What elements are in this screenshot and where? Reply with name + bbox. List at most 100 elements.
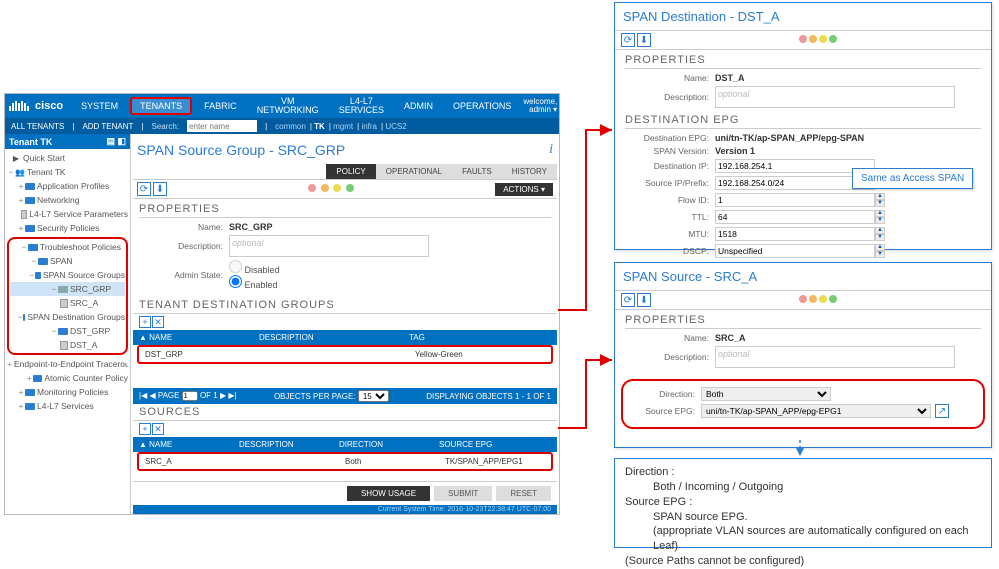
fault-major-icon [321,184,329,192]
tree-quick-start[interactable]: ▶Quick Start [7,151,128,165]
submit-button[interactable]: SUBMIT [434,486,492,501]
tab-history[interactable]: HISTORY [502,164,557,179]
dest-panel-title: SPAN Destination - DST_A [615,3,991,30]
nav-system[interactable]: SYSTEM [73,97,126,115]
ttl-input[interactable]: ▲▼ [715,210,885,224]
nav-l4l7-services[interactable]: L4-L7SERVICES [331,93,392,119]
tree-l4l7-params[interactable]: L4-L7 Service Parameters [7,207,128,221]
th-tag[interactable]: TAG [409,333,551,342]
tree-atomic-counter[interactable]: +Atomic Counter Policy [7,371,128,385]
nav-fabric[interactable]: FABRIC [196,97,245,115]
sources-tools: + ✕ [133,421,557,437]
add-tenant-link[interactable]: ADD TENANT [82,122,133,131]
tree-e2e-traceroute[interactable]: +Endpoint-to-Endpoint Traceroute Pol... [7,357,128,371]
tree-tenant[interactable]: −👥Tenant TK [7,165,128,179]
tree-span-dest-groups[interactable]: −SPAN Destination Groups [10,310,125,324]
nav-tenants[interactable]: TENANTS [130,97,192,115]
mtu-input[interactable]: ▲▼ [715,227,885,241]
sh-name[interactable]: ▲ NAME [139,440,239,449]
destination-ip-input[interactable] [715,159,875,173]
nav-sidebar: Tenant TK ▤ ◧ ▶Quick Start −👥Tenant TK +… [5,134,131,514]
add-icon[interactable]: + [139,316,151,328]
tree-span[interactable]: −SPAN [10,254,125,268]
src-properties-heading: PROPERTIES [625,314,981,329]
tree-security[interactable]: +Security Policies [7,221,128,235]
refresh-icon[interactable]: ⟳ [621,33,635,47]
source-row[interactable]: SRC_A Both TK/SPAN_APP/EPG1 [139,454,551,469]
tree-src-a[interactable]: SRC_A [10,296,125,310]
sources-table-header: ▲ NAME DESCRIPTION DIRECTION SOURCE EPG [133,437,557,452]
th-name[interactable]: ▲ NAME [139,333,259,342]
tree-networking[interactable]: +Networking [7,193,128,207]
remove-icon[interactable]: ✕ [152,316,164,328]
src-name-value: SRC_A [715,333,746,343]
search-input[interactable] [187,120,257,132]
apic-window: cisco SYSTEM TENANTS FABRIC VMNETWORKING… [4,93,560,515]
tab-faults[interactable]: FAULTS [452,164,502,179]
source-ip-input[interactable] [715,176,875,190]
nav-operations[interactable]: OPERATIONS [445,97,519,115]
download-icon[interactable]: ⬇ [153,182,167,196]
status-dots [798,35,838,45]
tree-troubleshoot[interactable]: −Troubleshoot Policies [10,240,125,254]
toolbar: ⟳ ⬇ ACTIONS ▾ [133,179,557,199]
dest-desc-input[interactable]: optional [715,86,955,108]
open-epg-icon[interactable]: ↗ [935,404,949,418]
tab-operational[interactable]: OPERATIONAL [376,164,452,179]
refresh-icon[interactable]: ⟳ [137,182,151,196]
fault-warning-icon [346,184,354,192]
src-desc-input[interactable]: optional [715,346,955,368]
admin-state-radio[interactable]: Disabled Enabled [229,260,280,290]
pager: |◀ ◀ PAGE OF 1 ▶ ▶| OBJECTS PER PAGE: 15… [133,388,557,404]
sh-dir[interactable]: DIRECTION [339,440,439,449]
refresh-icon[interactable]: ⟳ [621,293,635,307]
direction-select[interactable]: Both [701,387,831,401]
th-desc[interactable]: DESCRIPTION [259,333,409,342]
flow-id-input[interactable]: ▲▼ [715,193,885,207]
nav-admin[interactable]: ADMIN [396,97,441,115]
span-source-panel: SPAN Source - SRC_A ⟳ ⬇ PROPERTIES Name:… [614,262,992,448]
remove-icon[interactable]: ✕ [152,423,164,435]
tree-dst-grp[interactable]: −DST_GRP [10,324,125,338]
tdg-row-highlight: DST_GRP Yellow-Green [137,345,553,364]
download-icon[interactable]: ⬇ [637,293,651,307]
status-dots [307,184,355,194]
dscp-select[interactable]: ▲▼ [715,244,885,258]
nav-vm-networking[interactable]: VMNETWORKING [249,93,327,119]
spin-down-icon: ▼ [875,200,885,207]
tdg-row[interactable]: DST_GRP Yellow-Green [139,347,551,362]
actions-button[interactable]: ACTIONS ▾ [495,183,553,196]
tree-app-profiles[interactable]: +Application Profiles [7,179,128,193]
sh-desc[interactable]: DESCRIPTION [239,440,339,449]
sidebar-tools-icon[interactable]: ▤ ◧ [106,136,126,147]
welcome-label[interactable]: welcome,admin ▾ [523,98,557,114]
tree-src-grp[interactable]: −SRC_GRP [10,282,125,296]
span-version-value: Version 1 [715,146,755,156]
span-destination-panel: SPAN Destination - DST_A ⟳ ⬇ PROPERTIES … [614,2,992,250]
source-epg-select[interactable]: uni/tn-TK/ap-SPAN_APP/epg-EPG1 [701,404,931,418]
tree-l4l7-services[interactable]: +L4-L7 Services [7,399,128,413]
reset-button[interactable]: RESET [496,486,551,501]
content-pane: SPAN Source Group - SRC_GRP i POLICY OPE… [131,134,559,514]
show-usage-button[interactable]: SHOW USAGE [347,486,430,501]
pager-left[interactable]: |◀ ◀ PAGE OF 1 ▶ ▶| [139,391,237,402]
tree-monitoring[interactable]: +Monitoring Policies [7,385,128,399]
add-icon[interactable]: + [139,423,151,435]
pager-right: DISPLAYING OBJECTS 1 - 1 OF 1 [426,392,551,401]
all-tenants-link[interactable]: ALL TENANTS [11,122,64,131]
tab-policy[interactable]: POLICY [326,164,375,179]
spin-up-icon: ▲ [875,193,885,200]
dest-epg-value: uni/tn-TK/ap-SPAN_APP/epg-SPAN [715,133,864,143]
tenant-dest-groups-heading: TENANT DESTINATION GROUPS [133,297,557,314]
sh-epg[interactable]: SOURCE EPG [439,440,551,449]
tree-span-source-groups[interactable]: −SPAN Source Groups [10,268,125,282]
dest-name-value: DST_A [715,73,745,83]
info-icon[interactable]: i [549,142,553,158]
tree-dst-a[interactable]: DST_A [10,338,125,352]
download-icon[interactable]: ⬇ [637,33,651,47]
callout-same-as-access: Same as Access SPAN [852,168,973,189]
pager-mid[interactable]: OBJECTS PER PAGE: 15 [274,390,389,402]
sub-nav: ALL TENANTS | ADD TENANT | Search: | com… [5,118,559,134]
dest-epg-heading: DESTINATION EPG [625,114,981,129]
desc-input[interactable]: optional [229,235,429,257]
